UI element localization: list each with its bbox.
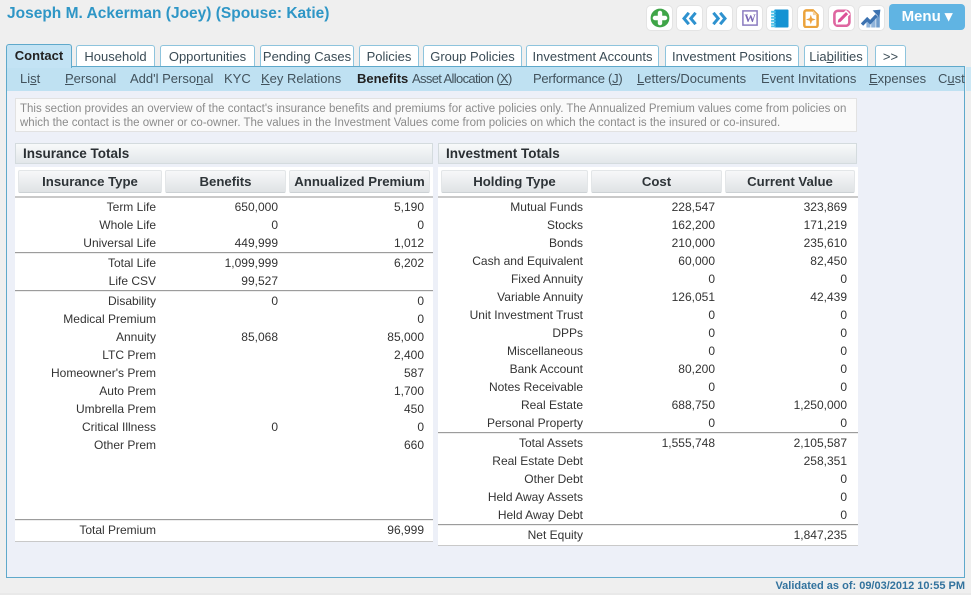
svg-text:W: W <box>744 13 756 25</box>
